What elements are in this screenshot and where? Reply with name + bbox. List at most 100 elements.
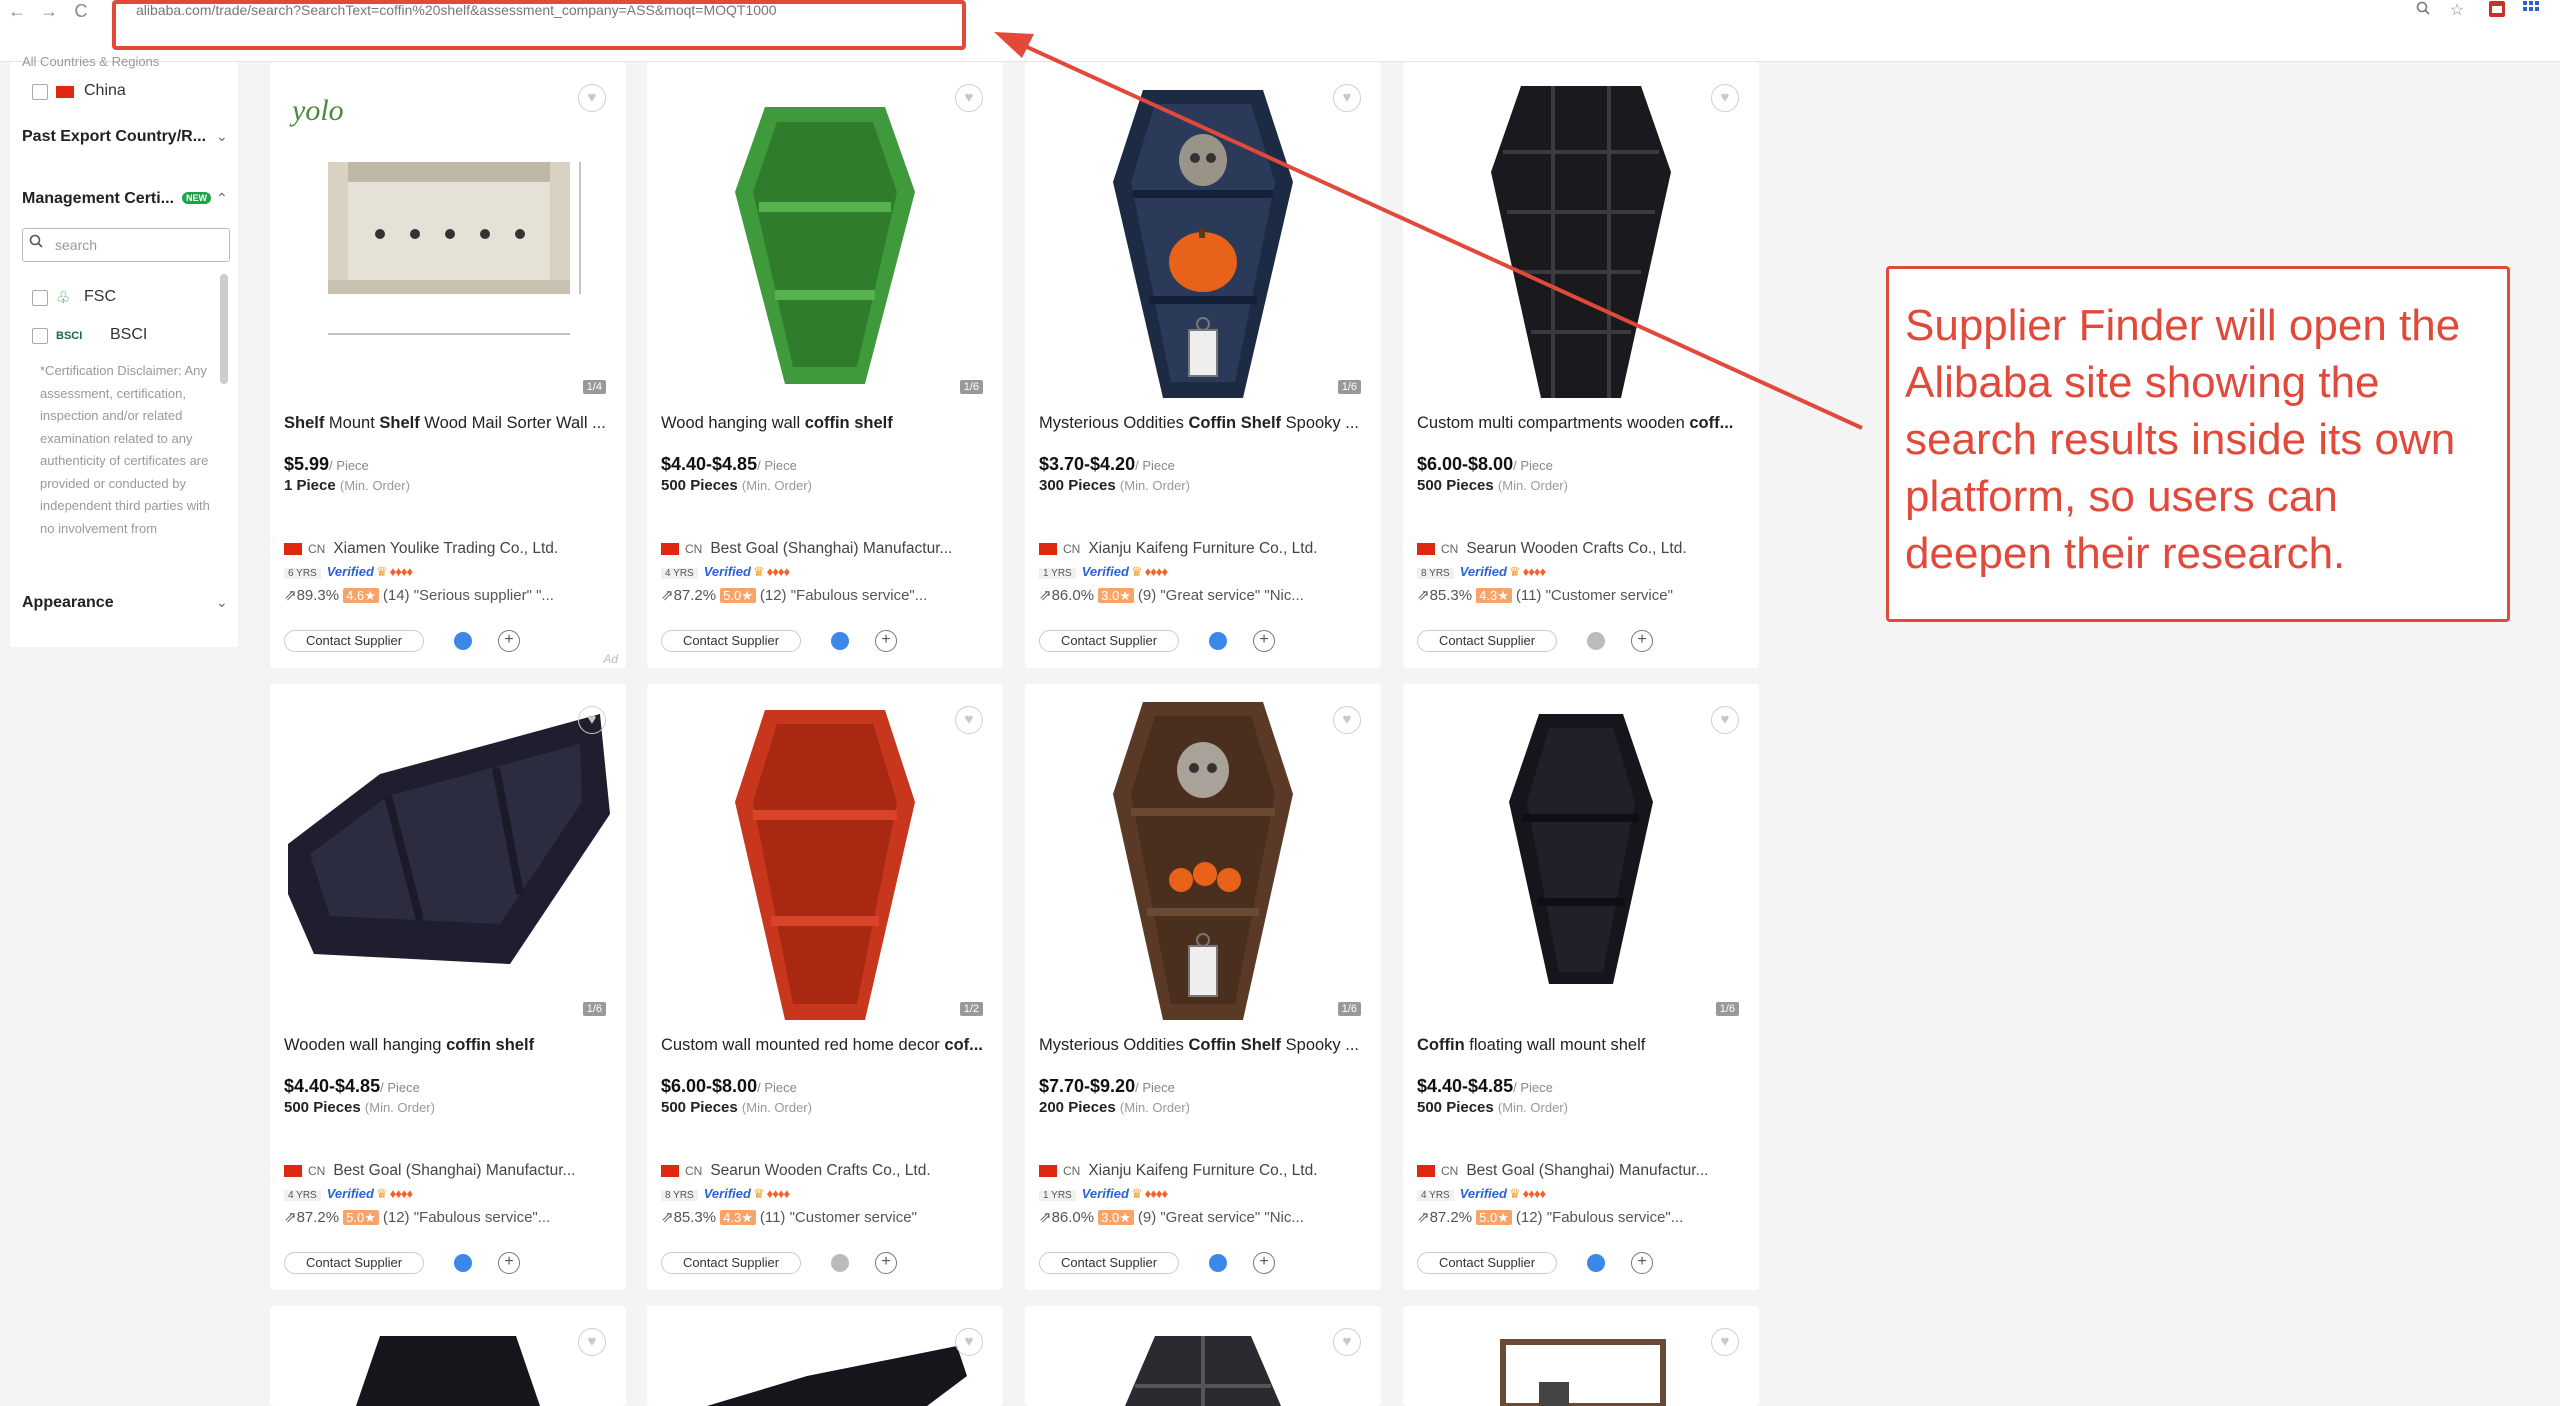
contact-supplier-button[interactable]: Contact Supplier [1039, 630, 1179, 652]
product-title[interactable]: Mysterious Oddities Coffin Shelf Spooky … [1039, 414, 1369, 433]
product-image[interactable] [1025, 62, 1381, 406]
favorite-heart-icon[interactable]: ♥ [578, 706, 606, 734]
favorite-heart-icon[interactable]: ♥ [1333, 706, 1361, 734]
product-card[interactable]: ♥ 1/6 Mysterious Oddities Coffin Shelf Spo… [1025, 684, 1381, 1290]
product-title[interactable]: Shelf Mount Shelf Wood Mail Sorter Wall … [284, 414, 614, 433]
favorite-heart-icon[interactable]: ♥ [1333, 84, 1361, 112]
supplier-label[interactable]: Searun Wooden Crafts Co., Ltd. [1466, 540, 1686, 557]
product-image[interactable] [647, 62, 1003, 406]
supplier-name[interactable]: CN Best Goal (Shanghai) Manufactur... [1417, 1162, 1747, 1180]
min-order-label: (Min. Order) [1497, 1100, 1568, 1115]
contact-supplier-button[interactable]: Contact Supplier [1417, 1252, 1557, 1274]
supplier-label[interactable]: Searun Wooden Crafts Co., Ltd. [710, 1162, 930, 1179]
product-image[interactable] [647, 684, 1003, 1028]
product-card[interactable]: ♥ 1/6 Wooden wall hanging coffin shelf $4.4… [270, 684, 626, 1290]
china-checkbox[interactable] [32, 84, 48, 100]
product-title[interactable]: Custom wall mounted red home decor cof..… [661, 1036, 991, 1055]
forward-icon[interactable]: → [38, 0, 60, 22]
contact-supplier-button[interactable]: Contact Supplier [284, 1252, 424, 1274]
chevron-up-icon[interactable]: ⌃ [216, 190, 228, 207]
contact-supplier-button[interactable]: Contact Supplier [1417, 630, 1557, 652]
product-image[interactable] [270, 684, 626, 1028]
supplier-label[interactable]: Best Goal (Shanghai) Manufactur... [710, 540, 952, 557]
favorite-heart-icon[interactable]: ♥ [955, 84, 983, 112]
favorite-heart-icon[interactable]: ♥ [1711, 84, 1739, 112]
chat-now-icon[interactable] [831, 1254, 849, 1272]
supplier-name[interactable]: CN Best Goal (Shanghai) Manufactur... [661, 540, 991, 558]
product-card[interactable]: ♥ Custom multi compartments wooden coff..… [1403, 62, 1759, 668]
past-export-filter[interactable]: Past Export Country/R... [22, 128, 206, 146]
product-image[interactable] [1025, 684, 1381, 1028]
product-card[interactable]: ♥ [270, 1306, 626, 1406]
favorite-heart-icon[interactable]: ♥ [578, 1328, 606, 1356]
cert-search-input[interactable]: search [22, 228, 230, 262]
appearance-filter[interactable]: Appearance [22, 594, 114, 612]
chat-now-icon[interactable] [1587, 632, 1605, 650]
product-card[interactable]: ♥ 1/6 Mysterious Oddities Coffin Shelf Spo… [1025, 62, 1381, 668]
favorite-heart-icon[interactable]: ♥ [1711, 706, 1739, 734]
bsci-checkbox[interactable] [32, 328, 48, 344]
add-compare-icon[interactable]: + [1631, 1252, 1653, 1274]
favorite-heart-icon[interactable]: ♥ [1333, 1328, 1361, 1356]
product-card[interactable]: ♥ 1/2 Custom wall mounted red home decor c… [647, 684, 1003, 1290]
supplier-name[interactable]: CN Xiamen Youlike Trading Co., Ltd. [284, 540, 614, 558]
chat-now-icon[interactable] [1209, 1254, 1227, 1272]
supplier-label[interactable]: Best Goal (Shanghai) Manufactur... [1466, 1162, 1708, 1179]
add-compare-icon[interactable]: + [875, 630, 897, 652]
star-icon[interactable]: ☆ [2446, 0, 2468, 22]
management-cert-filter[interactable]: Management Certi... [22, 190, 174, 208]
contact-supplier-button[interactable]: Contact Supplier [284, 630, 424, 652]
chat-now-icon[interactable] [454, 1254, 472, 1272]
product-title[interactable]: Mysterious Oddities Coffin Shelf Spooky … [1039, 1036, 1369, 1055]
fsc-checkbox[interactable] [32, 290, 48, 306]
zoom-icon[interactable] [2412, 0, 2434, 22]
chat-now-icon[interactable] [831, 632, 849, 650]
favorite-heart-icon[interactable]: ♥ [1711, 1328, 1739, 1356]
chat-now-icon[interactable] [1209, 632, 1227, 650]
product-card[interactable]: ♥ [1025, 1306, 1381, 1406]
product-image[interactable]: yolo [270, 62, 626, 406]
sidebar-scrollbar[interactable] [220, 274, 228, 384]
contact-supplier-button[interactable]: Contact Supplier [661, 1252, 801, 1274]
supplier-name[interactable]: CN Xianju Kaifeng Furniture Co., Ltd. [1039, 1162, 1369, 1180]
back-icon[interactable]: ← [6, 0, 28, 22]
extension-icon[interactable] [2486, 0, 2508, 22]
country-code: CN [1441, 542, 1459, 556]
product-image[interactable] [1403, 684, 1759, 1028]
favorite-heart-icon[interactable]: ♥ [578, 84, 606, 112]
contact-supplier-button[interactable]: Contact Supplier [1039, 1252, 1179, 1274]
chat-now-icon[interactable] [454, 632, 472, 650]
add-compare-icon[interactable]: + [875, 1252, 897, 1274]
supplier-label[interactable]: Best Goal (Shanghai) Manufactur... [333, 1162, 575, 1179]
chevron-down-icon[interactable]: ⌄ [216, 128, 228, 145]
product-title[interactable]: Wooden wall hanging coffin shelf [284, 1036, 614, 1055]
product-card[interactable]: ♥ [647, 1306, 1003, 1406]
add-compare-icon[interactable]: + [1631, 630, 1653, 652]
product-title[interactable]: Coffin floating wall mount shelf [1417, 1036, 1747, 1055]
favorite-heart-icon[interactable]: ♥ [955, 706, 983, 734]
contact-supplier-button[interactable]: Contact Supplier [661, 630, 801, 652]
add-compare-icon[interactable]: + [1253, 1252, 1275, 1274]
product-title[interactable]: Wood hanging wall coffin shelf [661, 414, 991, 433]
apps-icon[interactable] [2520, 0, 2542, 22]
product-title[interactable]: Custom multi compartments wooden coff... [1417, 414, 1747, 433]
product-card[interactable]: ♥ [1403, 1306, 1759, 1406]
supplier-name[interactable]: CN Searun Wooden Crafts Co., Ltd. [661, 1162, 991, 1180]
chevron-down-icon[interactable]: ⌄ [216, 594, 228, 611]
supplier-name[interactable]: CN Searun Wooden Crafts Co., Ltd. [1417, 540, 1747, 558]
favorite-heart-icon[interactable]: ♥ [955, 1328, 983, 1356]
supplier-name[interactable]: CN Best Goal (Shanghai) Manufactur... [284, 1162, 614, 1180]
reload-icon[interactable]: C [70, 0, 92, 22]
supplier-label[interactable]: Xianju Kaifeng Furniture Co., Ltd. [1088, 1162, 1317, 1179]
product-card[interactable]: ♥ 1/6 Wood hanging wall coffin shelf $4.40-… [647, 62, 1003, 668]
supplier-label[interactable]: Xiamen Youlike Trading Co., Ltd. [333, 540, 558, 557]
product-image[interactable] [1403, 62, 1759, 406]
product-card[interactable]: ♥ 1/6 Coffin floating wall mount shelf $4.4… [1403, 684, 1759, 1290]
add-compare-icon[interactable]: + [1253, 630, 1275, 652]
supplier-label[interactable]: Xianju Kaifeng Furniture Co., Ltd. [1088, 540, 1317, 557]
supplier-name[interactable]: CN Xianju Kaifeng Furniture Co., Ltd. [1039, 540, 1369, 558]
add-compare-icon[interactable]: + [498, 630, 520, 652]
chat-now-icon[interactable] [1587, 1254, 1605, 1272]
product-card[interactable]: yolo ♥ 1/4 Shelf Mount Shelf Wood Mail Sor… [270, 62, 626, 668]
add-compare-icon[interactable]: + [498, 1252, 520, 1274]
